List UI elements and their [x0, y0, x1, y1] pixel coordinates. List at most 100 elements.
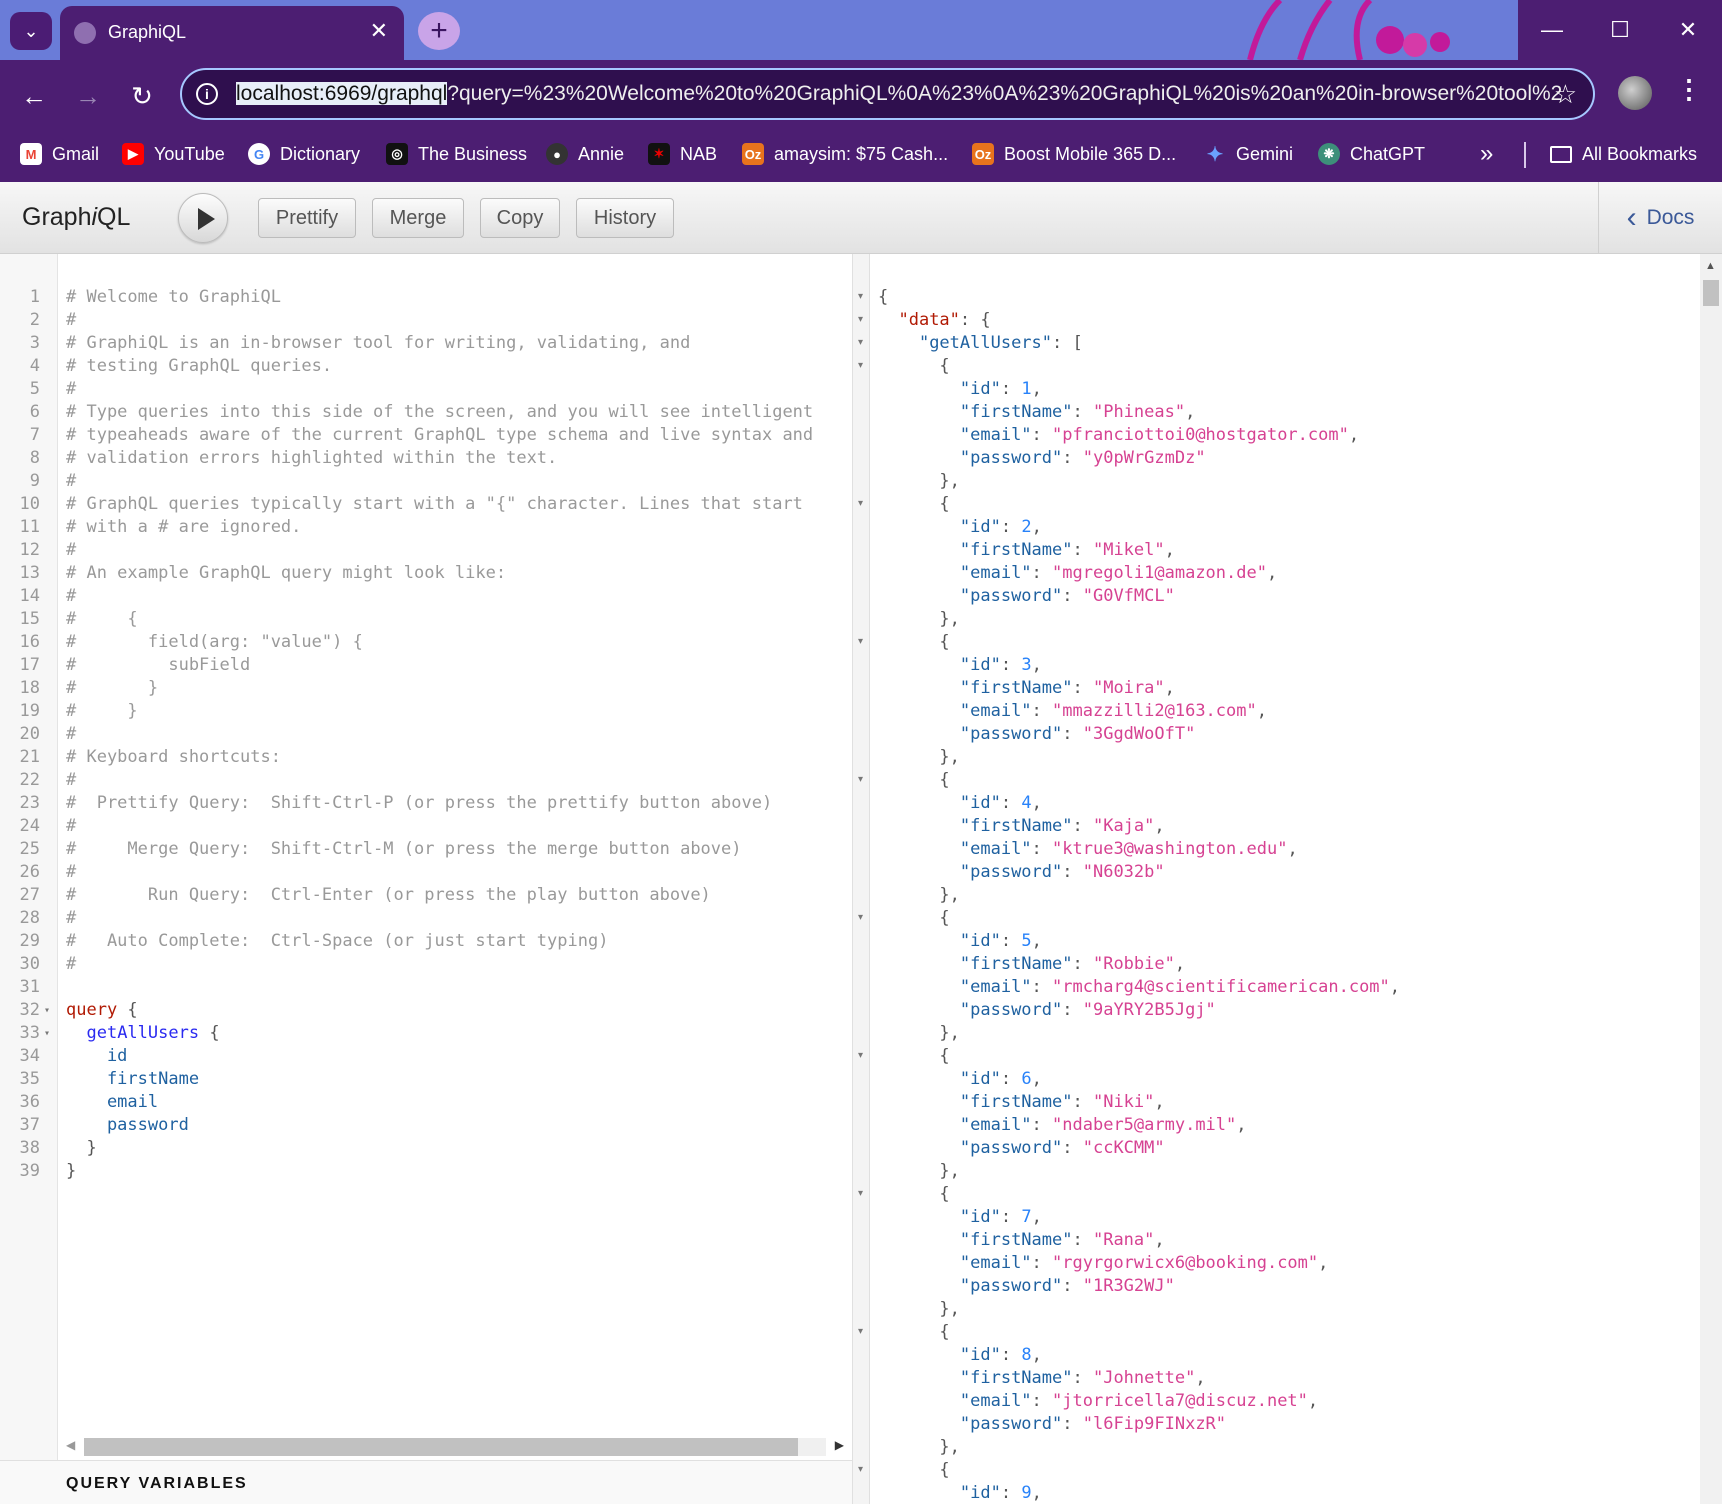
json-token: , [1256, 701, 1267, 721]
bookmark-youtube[interactable]: ▶ YouTube [122, 140, 225, 168]
json-token: "id" [959, 1207, 1001, 1227]
scroll-left-icon[interactable]: ◀ [66, 1438, 75, 1452]
bookmark-gmail[interactable]: M Gmail [20, 140, 99, 168]
youtube-icon: ▶ [122, 143, 144, 165]
pane-divider[interactable] [852, 254, 870, 1504]
tab-graphiql[interactable]: GraphiQL ✕ [60, 6, 404, 60]
bookmark-the-business[interactable]: ◎ The Business [386, 140, 527, 168]
fold-toggle-icon[interactable]: ▾ [858, 1050, 863, 1061]
bookmark-label: NAB [680, 143, 718, 164]
json-token: "3GgdWoOfT" [1082, 724, 1196, 744]
bookmark-star-icon[interactable]: ☆ [1554, 79, 1577, 110]
fold-toggle-icon[interactable]: ▾ [858, 314, 863, 325]
line-number: 24 [19, 816, 40, 836]
docs-button[interactable]: ‹ Docs [1598, 182, 1722, 254]
line-number: 34 [19, 1046, 40, 1066]
copy-button[interactable]: Copy [480, 198, 560, 238]
line-number: 1 [29, 287, 40, 307]
json-token: : [1000, 1207, 1022, 1227]
json-token: 8 [1021, 1345, 1032, 1365]
json-token: : [1031, 977, 1053, 997]
fold-toggle-icon[interactable]: ▾ [44, 999, 50, 1022]
profile-avatar[interactable] [1618, 76, 1652, 110]
maximize-button[interactable]: ☐ [1586, 0, 1654, 60]
fold-toggle-icon[interactable]: ▾ [858, 1326, 863, 1337]
all-bookmarks-label: All Bookmarks [1582, 143, 1698, 164]
merge-button[interactable]: Merge [372, 198, 464, 238]
url-text[interactable]: localhost:6969/graphql?query=%23%20Welco… [236, 82, 1562, 106]
forward-arrow-icon[interactable]: → [70, 78, 106, 114]
json-token: "Niki" [1092, 1092, 1155, 1112]
fold-toggle-icon[interactable]: ▾ [858, 291, 863, 302]
fold-toggle-icon[interactable]: ▾ [858, 498, 863, 509]
line-number: 26 [19, 862, 40, 882]
tab-search-button[interactable]: ⌄ [10, 12, 52, 50]
json-token: "id" [959, 379, 1001, 399]
bookmark-annie[interactable]: ● Annie [546, 140, 624, 168]
json-token: , [1031, 793, 1042, 813]
fold-toggle-icon[interactable]: ▾ [858, 636, 863, 647]
tab-close-button[interactable]: ✕ [370, 18, 388, 44]
line-text: # Merge Query: Shift-Ctrl-M (or press th… [66, 839, 742, 859]
execute-query-button[interactable] [178, 193, 228, 243]
json-token: : [1072, 816, 1093, 836]
fold-toggle-icon[interactable]: ▾ [858, 1464, 863, 1475]
line-number: 21 [19, 747, 40, 767]
horizontal-scrollbar[interactable]: ◀ ▶ [62, 1432, 848, 1460]
bookmark-gemini[interactable]: ✦ Gemini [1204, 140, 1293, 168]
more-options-icon[interactable]: ⋮ [1676, 74, 1702, 105]
result-line: { [878, 1183, 1400, 1206]
fold-toggle-icon[interactable]: ▾ [858, 912, 863, 923]
site-info-icon[interactable]: i [196, 83, 218, 105]
json-token: : [1031, 701, 1053, 721]
bookmarks-divider [1524, 142, 1526, 168]
query-editor[interactable]: 1 # Welcome to GraphiQL 2 #3 # GraphiQL is a… [0, 254, 852, 1504]
fold-toggle-icon[interactable]: ▾ [858, 337, 863, 348]
fold-toggle-icon[interactable]: ▾ [858, 360, 863, 371]
query-variables-panel[interactable]: QUERY VARIABLES [0, 1460, 852, 1504]
json-token: "Phineas" [1092, 402, 1186, 422]
history-button[interactable]: History [576, 198, 674, 238]
prettify-button[interactable]: Prettify [258, 198, 356, 238]
scroll-right-icon[interactable]: ▶ [835, 1438, 844, 1452]
json-token: }, [939, 1023, 960, 1043]
line-number: 4 [29, 356, 40, 376]
json-token: : [1000, 379, 1022, 399]
bookmark-dictionary[interactable]: G Dictionary [248, 140, 360, 168]
gmail-icon: M [20, 143, 42, 165]
vertical-scrollbar[interactable]: ▲ [1700, 254, 1722, 1504]
bookmark-chatgpt[interactable]: ❋ ChatGPT [1318, 140, 1425, 168]
bookmark-boost-mobile[interactable]: Oz Boost Mobile 365 D... [972, 140, 1176, 168]
json-token: 4 [1021, 793, 1032, 813]
bookmark-amaysim[interactable]: Oz amaysim: $75 Cash... [742, 140, 948, 168]
json-token: : [1072, 1368, 1093, 1388]
fold-toggle-icon[interactable]: ▾ [858, 774, 863, 785]
bookmark-label: Boost Mobile 365 D... [1004, 143, 1177, 164]
minimize-button[interactable]: — [1518, 0, 1586, 60]
bookmarks-overflow-button[interactable]: » [1480, 140, 1493, 168]
address-bar[interactable]: i localhost:6969/graphql?query=%23%20Wel… [180, 68, 1595, 120]
json-token: "firstName" [959, 1368, 1073, 1388]
bookmark-nab[interactable]: ✶ NAB [648, 140, 717, 168]
scrollbar-thumb[interactable] [1703, 280, 1719, 306]
result-line: }, [878, 1022, 1400, 1045]
close-window-button[interactable]: ✕ [1654, 0, 1722, 60]
reload-icon[interactable]: ↻ [124, 78, 160, 114]
all-bookmarks-button[interactable]: All Bookmarks [1550, 140, 1697, 168]
new-tab-button[interactable]: + [418, 12, 460, 50]
json-token: , [1185, 402, 1196, 422]
fold-toggle-icon[interactable]: ▾ [858, 1188, 863, 1199]
scroll-up-icon[interactable]: ▲ [1705, 260, 1716, 272]
json-token: , [1266, 563, 1278, 583]
json-token: "Rana" [1092, 1230, 1155, 1250]
line-number: 15 [19, 609, 40, 629]
fold-toggle-icon[interactable]: ▾ [44, 1022, 50, 1045]
json-token: "firstName" [959, 816, 1073, 836]
scrollbar-thumb[interactable] [84, 1438, 798, 1456]
line-number: 10 [19, 494, 40, 514]
result-line: "firstName": "Johnette", [878, 1367, 1400, 1390]
json-token: "firstName" [959, 1230, 1073, 1250]
oz-icon: Oz [742, 143, 764, 165]
back-arrow-icon[interactable]: ← [16, 78, 52, 114]
json-token: : [1000, 1345, 1022, 1365]
